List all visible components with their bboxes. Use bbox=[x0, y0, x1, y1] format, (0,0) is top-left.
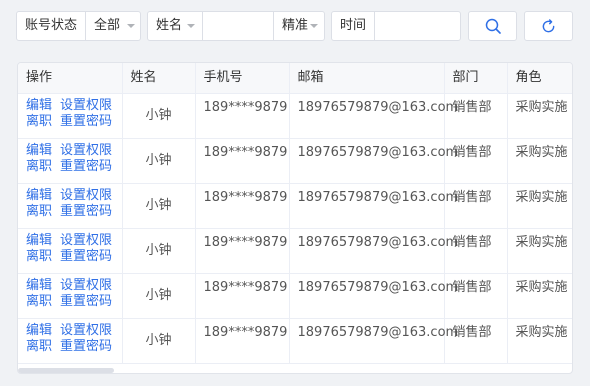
edit-link[interactable]: 编辑 bbox=[26, 278, 52, 293]
resign-link[interactable]: 离职 bbox=[26, 249, 52, 264]
reset-password-link[interactable]: 重置密码 bbox=[60, 204, 112, 219]
cell-department: 销售部 bbox=[444, 318, 508, 364]
edit-link[interactable]: 编辑 bbox=[26, 233, 52, 248]
match-mode-value: 精准 bbox=[282, 18, 309, 33]
account-status-select[interactable]: 全部 bbox=[86, 12, 142, 40]
cell-name: 小钟 bbox=[122, 273, 196, 319]
cell-role: 采购实施 bbox=[507, 93, 572, 139]
field-select-value: 姓名 bbox=[156, 18, 183, 33]
match-mode-select[interactable]: 精准 bbox=[273, 12, 325, 40]
cell-phone: 189****9879 bbox=[195, 318, 290, 364]
cell-name: 小钟 bbox=[122, 228, 196, 274]
resign-link[interactable]: 离职 bbox=[26, 294, 52, 309]
column-header-department[interactable]: 部门 bbox=[444, 63, 508, 94]
time-label: 时间 bbox=[332, 12, 376, 40]
horizontal-scrollbar[interactable] bbox=[18, 368, 114, 373]
row-actions: 编辑 设置权限 离职 重置密码 bbox=[18, 138, 123, 184]
edit-link[interactable]: 编辑 bbox=[26, 323, 52, 338]
cell-phone: 189****9879 bbox=[195, 183, 290, 229]
chevron-down-icon bbox=[310, 24, 318, 28]
column-header-phone[interactable]: 手机号 bbox=[195, 63, 290, 94]
account-status-filter: 账号状态 全部 bbox=[16, 11, 141, 41]
cell-role: 采购实施 bbox=[507, 183, 572, 229]
cell-role: 采购实施 bbox=[507, 318, 572, 364]
row-actions: 编辑 设置权限 离职 重置密码 bbox=[18, 183, 123, 229]
account-status-value: 全部 bbox=[94, 18, 121, 33]
cell-department: 销售部 bbox=[444, 273, 508, 319]
edit-link[interactable]: 编辑 bbox=[26, 188, 52, 203]
time-filter: 时间 bbox=[331, 11, 562, 41]
row-actions: 编辑 设置权限 离职 重置密码 bbox=[18, 318, 123, 364]
field-select[interactable]: 姓名 bbox=[148, 12, 203, 40]
column-header-email[interactable]: 邮箱 bbox=[289, 63, 445, 94]
set-permissions-link[interactable]: 设置权限 bbox=[60, 233, 112, 248]
cell-department: 销售部 bbox=[444, 228, 508, 274]
row-actions: 编辑 设置权限 离职 重置密码 bbox=[18, 93, 123, 139]
reset-password-link[interactable]: 重置密码 bbox=[60, 294, 112, 309]
cell-department: 销售部 bbox=[444, 138, 508, 184]
edit-link[interactable]: 编辑 bbox=[26, 143, 52, 158]
cell-phone: 189****9879 bbox=[195, 93, 290, 139]
column-header-role[interactable]: 角色 bbox=[507, 63, 572, 94]
table-row: 编辑 设置权限 离职 重置密码 小钟 189****9879 18976579879@163… bbox=[18, 228, 572, 274]
set-permissions-link[interactable]: 设置权限 bbox=[60, 188, 112, 203]
cell-role: 采购实施 bbox=[507, 138, 572, 184]
edit-link[interactable]: 编辑 bbox=[26, 98, 52, 113]
resign-link[interactable]: 离职 bbox=[26, 204, 52, 219]
set-permissions-link[interactable]: 设置权限 bbox=[60, 98, 112, 113]
cell-email: 18976579879@163.com bbox=[289, 273, 458, 319]
cell-email: 18976579879@163.com bbox=[289, 138, 458, 184]
cell-email: 18976579879@163.com bbox=[289, 183, 458, 229]
reset-password-link[interactable]: 重置密码 bbox=[60, 114, 112, 129]
cell-name: 小钟 bbox=[122, 93, 196, 139]
reset-password-link[interactable]: 重置密码 bbox=[60, 339, 112, 354]
column-header-actions: 操作 bbox=[18, 63, 123, 94]
resign-link[interactable]: 离职 bbox=[26, 339, 52, 354]
row-actions: 编辑 设置权限 离职 重置密码 bbox=[18, 273, 123, 319]
keyword-filter: 姓名 精准 bbox=[147, 11, 325, 41]
search-button[interactable] bbox=[468, 11, 517, 41]
user-table-card: 操作 姓名 手机号 邮箱 部门 角色 编辑 设置权限 离职 重置密码 小钟 189****… bbox=[17, 62, 573, 374]
cell-role: 采购实施 bbox=[507, 273, 572, 319]
resign-link[interactable]: 离职 bbox=[26, 114, 52, 129]
cell-name: 小钟 bbox=[122, 318, 196, 364]
row-actions: 编辑 设置权限 离职 重置密码 bbox=[18, 228, 123, 274]
cell-name: 小钟 bbox=[122, 183, 196, 229]
search-icon bbox=[485, 18, 501, 34]
cell-phone: 189****9879 bbox=[195, 273, 290, 319]
table-row: 编辑 设置权限 离职 重置密码 小钟 189****9879 18976579879@163… bbox=[18, 318, 572, 364]
refresh-button[interactable] bbox=[524, 11, 573, 41]
user-table: 操作 姓名 手机号 邮箱 部门 角色 编辑 设置权限 离职 重置密码 小钟 189****… bbox=[18, 63, 572, 364]
chevron-down-icon bbox=[127, 24, 136, 28]
account-status-label: 账号状态 bbox=[17, 12, 87, 40]
set-permissions-link[interactable]: 设置权限 bbox=[60, 143, 112, 158]
column-header-name[interactable]: 姓名 bbox=[122, 63, 196, 94]
table-row: 编辑 设置权限 离职 重置密码 小钟 189****9879 18976579879@163… bbox=[18, 93, 572, 139]
cell-name: 小钟 bbox=[122, 138, 196, 184]
table-header-row: 操作 姓名 手机号 邮箱 部门 角色 bbox=[18, 63, 572, 94]
chevron-down-icon bbox=[187, 24, 195, 28]
reset-password-link[interactable]: 重置密码 bbox=[60, 249, 112, 264]
filter-bar: 账号状态 全部 姓名 精准 时间 bbox=[0, 0, 590, 50]
cell-email: 18976579879@163.com bbox=[289, 318, 458, 364]
table-body: 编辑 设置权限 离职 重置密码 小钟 189****9879 18976579879@163… bbox=[18, 93, 572, 364]
cell-role: 采购实施 bbox=[507, 228, 572, 274]
refresh-icon bbox=[542, 18, 555, 32]
cell-phone: 189****9879 bbox=[195, 228, 290, 274]
reset-password-link[interactable]: 重置密码 bbox=[60, 159, 112, 174]
table-row: 编辑 设置权限 离职 重置密码 小钟 189****9879 18976579879@163… bbox=[18, 138, 572, 184]
cell-email: 18976579879@163.com bbox=[289, 93, 458, 139]
table-row: 编辑 设置权限 离职 重置密码 小钟 189****9879 18976579879@163… bbox=[18, 183, 572, 229]
set-permissions-link[interactable]: 设置权限 bbox=[60, 278, 112, 293]
cell-department: 销售部 bbox=[444, 183, 508, 229]
set-permissions-link[interactable]: 设置权限 bbox=[60, 323, 112, 338]
cell-department: 销售部 bbox=[444, 93, 508, 139]
cell-email: 18976579879@163.com bbox=[289, 228, 458, 274]
keyword-input[interactable] bbox=[203, 12, 273, 40]
table-row: 编辑 设置权限 离职 重置密码 小钟 189****9879 18976579879@163… bbox=[18, 273, 572, 319]
cell-phone: 189****9879 bbox=[195, 138, 290, 184]
resign-link[interactable]: 离职 bbox=[26, 159, 52, 174]
